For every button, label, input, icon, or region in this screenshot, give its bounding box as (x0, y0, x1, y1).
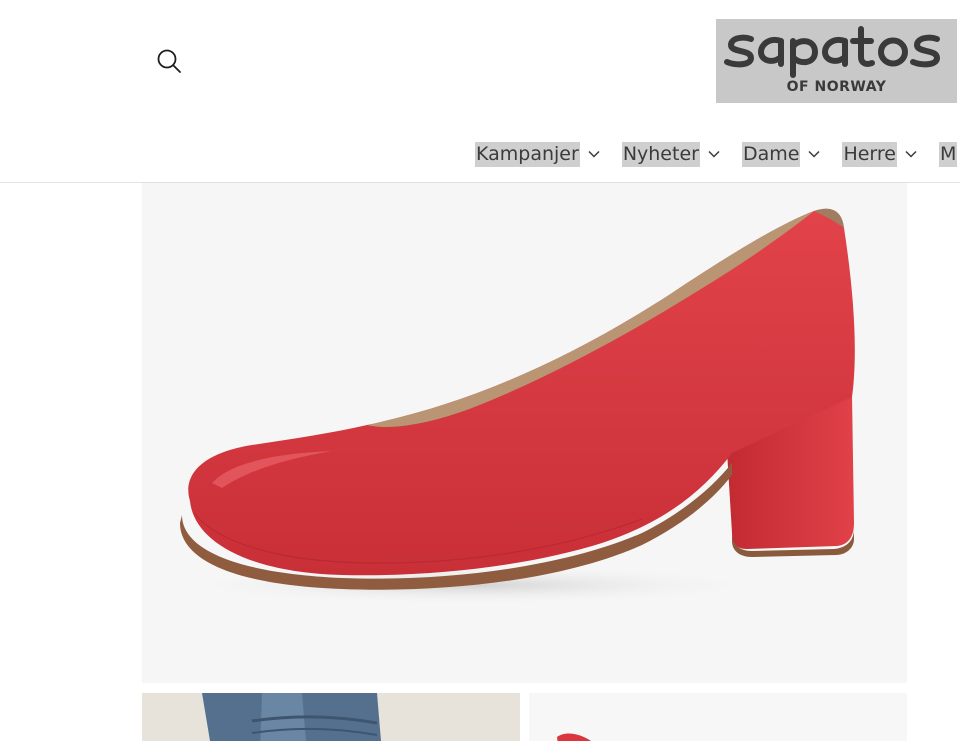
main-navigation: Kampanjer Nyheter Dame Herre M (475, 140, 960, 168)
site-logo[interactable]: OF NORWAY (716, 19, 957, 103)
logo-subtitle: OF NORWAY (786, 79, 887, 95)
chevron-down-icon (588, 150, 600, 158)
nav-label: Herre (842, 141, 897, 167)
logo-wordmark (723, 26, 940, 78)
product-page: OF NORWAY Kampanjer Nyheter Dame Herre M (0, 0, 960, 741)
nav-item-more[interactable]: M (938, 141, 958, 167)
product-thumbnail-1[interactable] (142, 693, 520, 741)
jeans-thumbnail-illustration (142, 693, 520, 741)
search-button[interactable] (150, 42, 188, 80)
nav-label: Dame (741, 141, 801, 167)
nav-item-herre[interactable]: Herre (842, 141, 917, 167)
nav-label: Nyheter (621, 141, 700, 167)
nav-item-dame[interactable]: Dame (741, 141, 820, 167)
nav-item-nyheter[interactable]: Nyheter (621, 141, 720, 167)
product-main-image[interactable] (142, 183, 907, 683)
site-header: OF NORWAY Kampanjer Nyheter Dame Herre M (0, 0, 960, 183)
nav-label: Kampanjer (475, 141, 580, 167)
chevron-down-icon (708, 150, 720, 158)
chevron-down-icon (808, 150, 820, 158)
nav-label: M (938, 141, 958, 167)
nav-item-kampanjer[interactable]: Kampanjer (475, 141, 600, 167)
chevron-down-icon (905, 150, 917, 158)
product-thumbnail-2[interactable] (529, 693, 907, 741)
red-pump-shoe-illustration (172, 208, 855, 605)
search-icon (157, 49, 181, 73)
red-shoe-thumbnail-illustration (529, 693, 907, 741)
